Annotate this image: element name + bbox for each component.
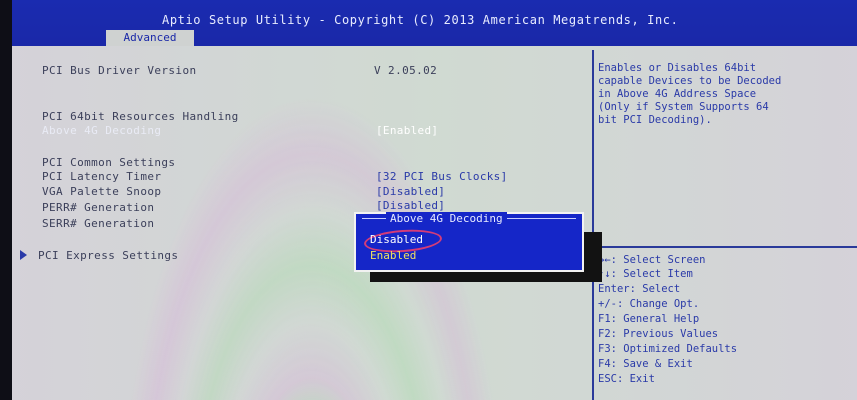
serr-generation-label[interactable]: SERR# Generation [42, 217, 154, 230]
help-line: Enables or Disables 64bit [598, 62, 757, 74]
help-line: (Only if System Supports 64 [598, 101, 769, 113]
app-title: Aptio Setup Utility - Copyright (C) 2013… [162, 13, 679, 27]
help-divider [594, 246, 857, 248]
bios-screen: Aptio Setup Utility - Copyright (C) 2013… [12, 0, 857, 400]
above4g-label[interactable]: Above 4G Decoding [42, 124, 161, 137]
pci-bus-driver-version-label: PCI Bus Driver Version [42, 64, 197, 77]
key-select-screen: →←: Select Screen [598, 254, 706, 266]
key-esc-exit: ESC: Exit [598, 373, 655, 385]
help-line: bit PCI Decoding). [598, 114, 712, 126]
perr-generation-value[interactable]: [Disabled] [376, 199, 445, 212]
header-bar: Aptio Setup Utility - Copyright (C) 2013… [12, 0, 857, 46]
popup-option-disabled[interactable]: Disabled [368, 233, 425, 246]
key-select-item: ↑↓: Select Item [598, 268, 693, 280]
key-general-help: F1: General Help [598, 313, 700, 325]
perr-generation-label[interactable]: PERR# Generation [42, 201, 154, 214]
latency-timer-label[interactable]: PCI Latency Timer [42, 170, 161, 183]
popup-option-enabled[interactable]: Enabled [368, 249, 418, 262]
help-line: in Above 4G Address Space [598, 88, 757, 100]
panel-divider [592, 50, 594, 400]
key-save-exit: F4: Save & Exit [598, 358, 693, 370]
pci64-heading: PCI 64bit Resources Handling [42, 110, 239, 123]
vga-palette-snoop-label[interactable]: VGA Palette Snoop [42, 185, 161, 198]
above4g-popup: Above 4G Decoding Disabled Enabled [354, 212, 584, 272]
latency-timer-value[interactable]: [32 PCI Bus Clocks] [376, 170, 508, 183]
key-previous-values: F2: Previous Values [598, 328, 719, 340]
vga-palette-snoop-value[interactable]: [Disabled] [376, 185, 445, 198]
tab-advanced[interactable]: Advanced [106, 30, 194, 46]
common-settings-heading: PCI Common Settings [42, 156, 176, 169]
pci-bus-driver-version-value: V 2.05.02 [374, 64, 438, 77]
pci-express-settings-item[interactable]: PCI Express Settings [38, 249, 178, 262]
submenu-arrow-icon [20, 250, 27, 260]
help-line: capable Devices to be Decoded [598, 75, 782, 87]
above4g-value[interactable]: [Enabled] [376, 124, 438, 137]
popup-title: Above 4G Decoding [386, 212, 507, 225]
key-change-opt: +/-: Change Opt. [598, 298, 700, 310]
key-enter-select: Enter: Select [598, 283, 681, 295]
key-optimized-defaults: F3: Optimized Defaults [598, 343, 738, 355]
